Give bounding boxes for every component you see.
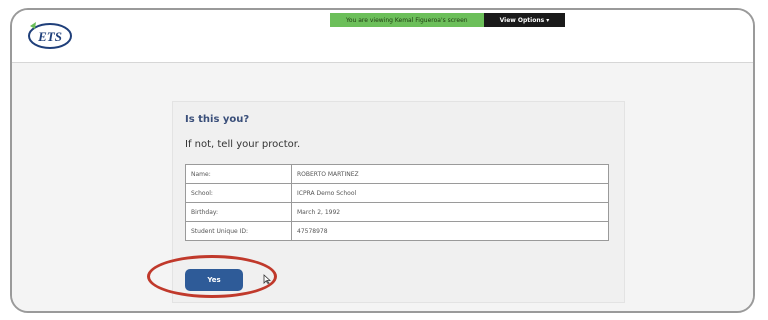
ets-logo: ETS <box>28 22 72 49</box>
screen-share-banner: You are viewing Kemal Figueroa's screen … <box>330 13 566 27</box>
page-title: Is this you? <box>185 114 250 125</box>
row-label: Birthday: <box>185 202 292 222</box>
table-row: Name: ROBERTO MARTINEZ <box>185 164 609 184</box>
identity-confirmation-card: Is this you? If not, tell your proctor. … <box>172 101 625 303</box>
mouse-cursor-icon <box>263 274 271 284</box>
table-row: Student Unique ID: 47578978 <box>185 221 609 241</box>
instruction-text: If not, tell your proctor. <box>185 139 301 150</box>
row-value: ICPRA Demo School <box>291 183 609 203</box>
row-label: Student Unique ID: <box>185 221 292 241</box>
row-value: ROBERTO MARTINEZ <box>291 164 609 184</box>
row-value: March 2, 1992 <box>291 202 609 222</box>
top-header: ETS You are viewing Kemal Figueroa's scr… <box>12 10 753 63</box>
main-content: Is this you? If not, tell your proctor. … <box>12 63 753 311</box>
table-row: Birthday: March 2, 1992 <box>185 202 609 222</box>
view-options-button[interactable]: View Options ▾ <box>483 13 566 27</box>
row-label: Name: <box>185 164 292 184</box>
row-label: School: <box>185 183 292 203</box>
logo-text: ETS <box>37 29 62 44</box>
app-window: ETS You are viewing Kemal Figueroa's scr… <box>10 8 755 313</box>
yes-button[interactable]: Yes <box>185 269 243 291</box>
row-value: 47578978 <box>291 221 609 241</box>
student-info-table: Name: ROBERTO MARTINEZ School: ICPRA Dem… <box>185 164 609 241</box>
table-row: School: ICPRA Demo School <box>185 183 609 203</box>
screen-share-text: You are viewing Kemal Figueroa's screen <box>330 13 484 27</box>
